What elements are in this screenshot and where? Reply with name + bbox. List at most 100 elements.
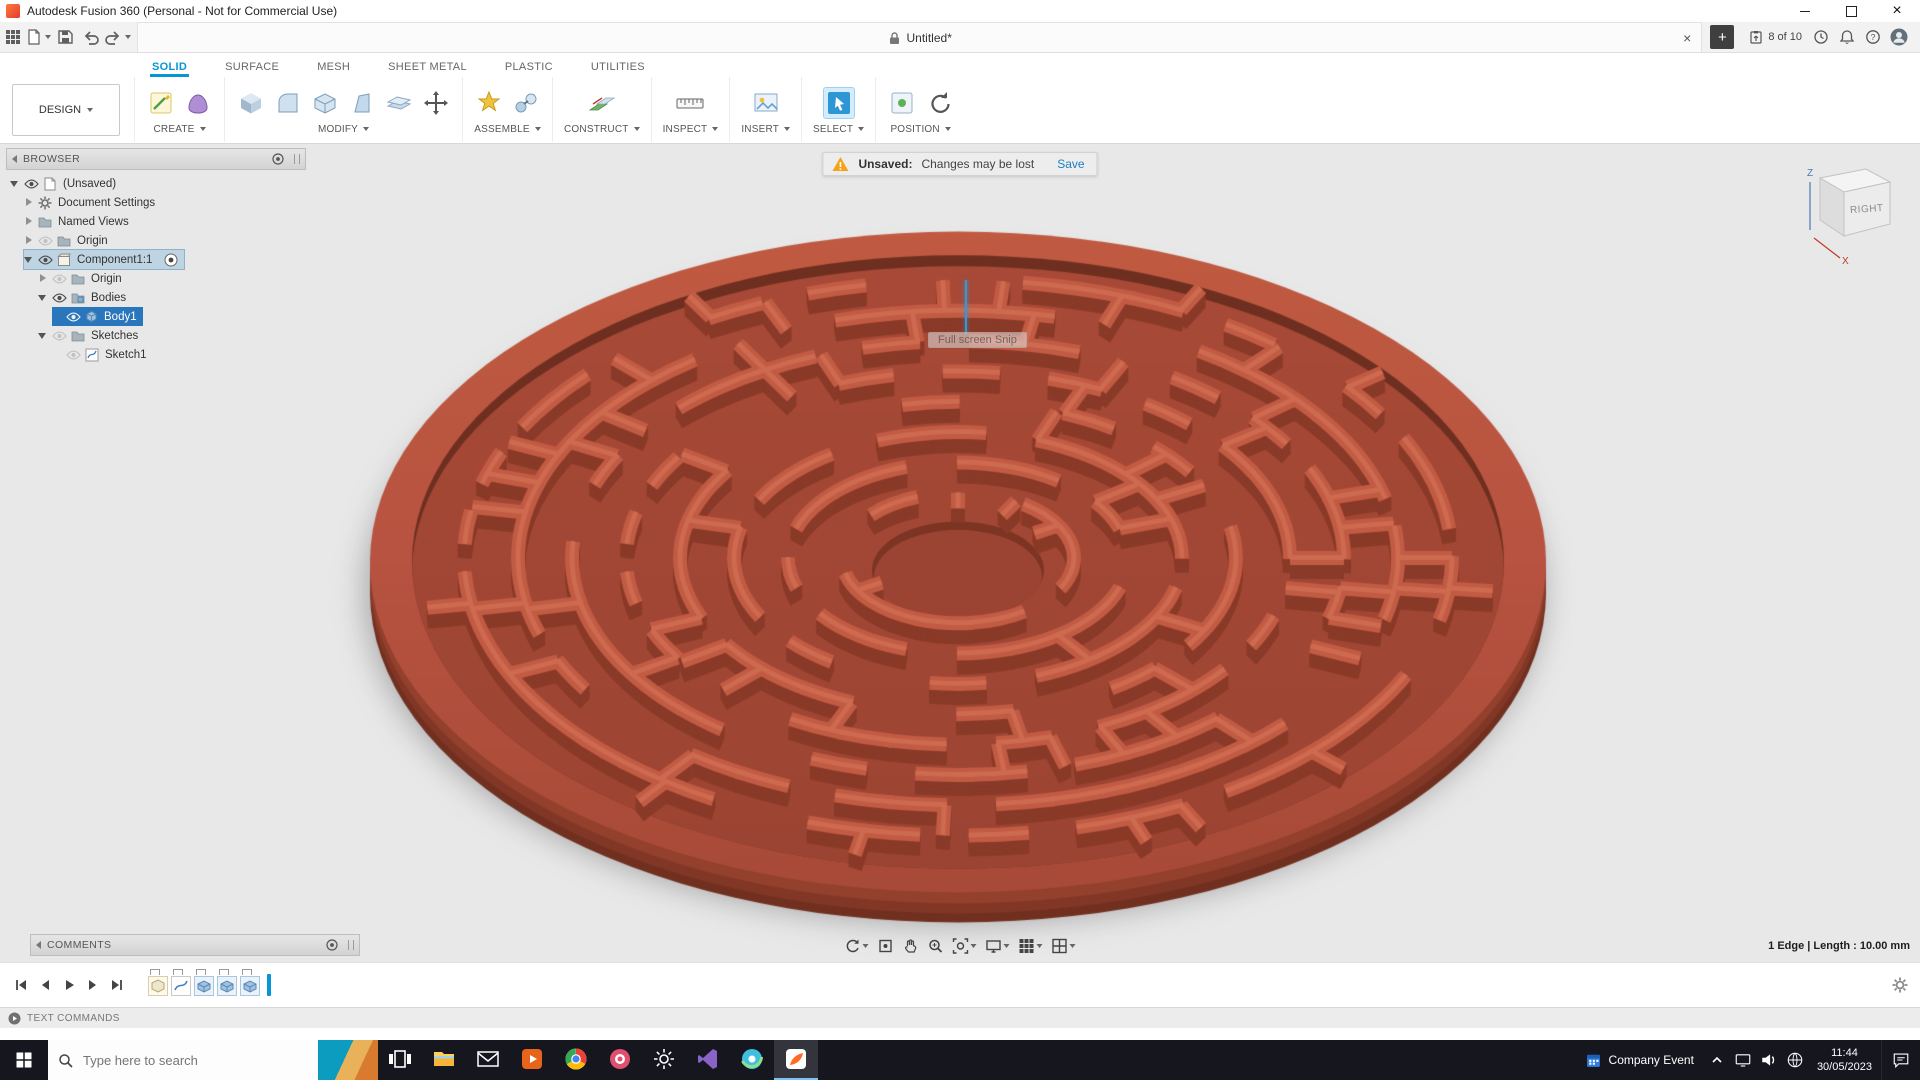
maximize-button[interactable] — [1828, 0, 1874, 22]
viewports-button[interactable] — [1049, 936, 1079, 956]
go-to-end-button[interactable] — [108, 976, 126, 994]
collapsed-expander-icon[interactable] — [24, 198, 34, 208]
tab-solid[interactable]: SOLID — [150, 61, 189, 77]
taskbar-clock[interactable]: 11:44 30/05/2023 — [1808, 1040, 1881, 1080]
task-view-button[interactable] — [378, 1040, 422, 1080]
go-to-start-button[interactable] — [12, 976, 30, 994]
search-input[interactable] — [81, 1052, 285, 1069]
globe-button[interactable] — [1782, 1040, 1808, 1080]
save-button[interactable] — [52, 24, 78, 50]
browser-item-origin[interactable]: Origin — [24, 231, 114, 250]
timeline-feature[interactable] — [217, 976, 237, 996]
close-button[interactable]: × — [1874, 0, 1920, 22]
capture-position-button[interactable] — [887, 88, 917, 118]
press-pull-button[interactable] — [236, 88, 266, 118]
document-tab[interactable]: Untitled* × — [137, 22, 1702, 52]
look-at-button[interactable] — [875, 936, 897, 956]
measure-button[interactable] — [673, 88, 707, 118]
timeline-feature[interactable] — [240, 976, 260, 996]
chrome-button[interactable] — [554, 1040, 598, 1080]
activate-component-radio[interactable] — [164, 253, 178, 267]
close-document-icon[interactable]: × — [1683, 30, 1691, 46]
save-link[interactable]: Save — [1057, 157, 1084, 171]
view-cube[interactable]: Z X RIGHT — [1786, 152, 1906, 275]
grid-settings-button[interactable] — [1016, 936, 1046, 956]
expanded-expander-icon[interactable] — [38, 293, 48, 303]
expanded-expander-icon[interactable] — [24, 255, 34, 265]
photos-button[interactable] — [598, 1040, 642, 1080]
collapse-panel-icon[interactable] — [36, 941, 41, 949]
split-button[interactable] — [384, 88, 414, 118]
move-button[interactable] — [421, 88, 451, 118]
minimize-button[interactable] — [1782, 0, 1828, 22]
help-button[interactable]: ? — [1860, 24, 1886, 50]
draft-button[interactable] — [347, 88, 377, 118]
shell-button[interactable] — [310, 88, 340, 118]
panel-grip[interactable] — [294, 154, 300, 164]
taskbar-search[interactable] — [48, 1040, 318, 1080]
workspace-switcher[interactable]: DESIGN — [12, 84, 120, 136]
panel-grip[interactable] — [348, 940, 354, 950]
text-commands-bar[interactable]: TEXT COMMANDS — [0, 1007, 1920, 1028]
orbit-button[interactable] — [842, 936, 872, 956]
data-panel-toggle-button[interactable] — [0, 24, 26, 50]
ribbon-group-label[interactable]: CREATE — [153, 124, 205, 135]
browser-item-origin[interactable]: Origin — [38, 269, 128, 288]
ribbon-group-label[interactable]: INSPECT — [663, 124, 719, 135]
timeline-feature[interactable] — [194, 976, 214, 996]
media-button[interactable] — [510, 1040, 554, 1080]
browser-item-unsaved[interactable]: (Unsaved) — [10, 174, 122, 193]
panel-display-toggle-icon[interactable] — [326, 939, 338, 951]
undo-button[interactable] — [78, 24, 104, 50]
redo-button[interactable] — [104, 24, 131, 50]
fit-button[interactable] — [950, 936, 980, 956]
tab-plastic[interactable]: PLASTIC — [503, 61, 555, 77]
collapse-panel-icon[interactable] — [12, 155, 17, 163]
tab-surface[interactable]: SURFACE — [223, 61, 281, 77]
browser-button[interactable] — [730, 1040, 774, 1080]
action-center-button[interactable] — [1881, 1040, 1920, 1080]
selected-edge-highlight[interactable] — [965, 280, 967, 334]
display-settings-button[interactable] — [983, 936, 1013, 956]
panel-display-toggle-icon[interactable] — [272, 153, 284, 165]
news-weather-widget[interactable] — [318, 1040, 378, 1080]
pan-button[interactable] — [900, 936, 922, 956]
ribbon-group-label[interactable]: INSERT — [741, 124, 790, 135]
collapsed-expander-icon[interactable] — [38, 274, 48, 284]
collapsed-expander-icon[interactable] — [24, 236, 34, 246]
notifications-button[interactable] — [1834, 24, 1860, 50]
play-button[interactable] — [60, 976, 78, 994]
file-menu-button[interactable] — [26, 24, 52, 50]
ribbon-group-label[interactable]: SELECT — [813, 124, 864, 135]
chevron-up-button[interactable] — [1704, 1040, 1730, 1080]
ribbon-group-label[interactable]: MODIFY — [318, 124, 369, 135]
fillet-button[interactable] — [273, 88, 303, 118]
visual-studio-button[interactable] — [686, 1040, 730, 1080]
history-button[interactable] — [1808, 24, 1834, 50]
ribbon-group-label[interactable]: POSITION — [890, 124, 950, 135]
browser-item-document-settings[interactable]: Document Settings — [24, 193, 161, 212]
browser-item-sketch1[interactable]: Sketch1 — [52, 345, 153, 364]
ribbon-group-label[interactable]: ASSEMBLE — [474, 124, 541, 135]
mail-button[interactable] — [466, 1040, 510, 1080]
timeline-feature[interactable] — [148, 976, 168, 996]
expanded-expander-icon[interactable] — [38, 331, 48, 341]
tab-mesh[interactable]: MESH — [315, 61, 352, 77]
step-back-button[interactable] — [36, 976, 54, 994]
create-form-button[interactable] — [183, 88, 213, 118]
zoom-button[interactable] — [925, 936, 947, 956]
tab-sheet-metal[interactable]: SHEET METAL — [386, 61, 469, 77]
start-button[interactable] — [0, 1040, 48, 1080]
company-event-notification[interactable]: Company Event — [1575, 1040, 1704, 1080]
fusion-360-button[interactable] — [774, 1040, 818, 1080]
revert-position-button[interactable] — [924, 88, 954, 118]
job-status-button[interactable]: 8 of 10 — [1742, 24, 1808, 50]
tab-utilities[interactable]: UTILITIES — [589, 61, 647, 77]
expanded-expander-icon[interactable] — [10, 179, 20, 189]
file-explorer-button[interactable] — [422, 1040, 466, 1080]
account-avatar[interactable] — [1886, 24, 1912, 50]
step-forward-button[interactable] — [84, 976, 102, 994]
create-sketch-button[interactable] — [146, 88, 176, 118]
pc-button[interactable] — [1730, 1040, 1756, 1080]
browser-item-named-views[interactable]: Named Views — [24, 212, 135, 231]
